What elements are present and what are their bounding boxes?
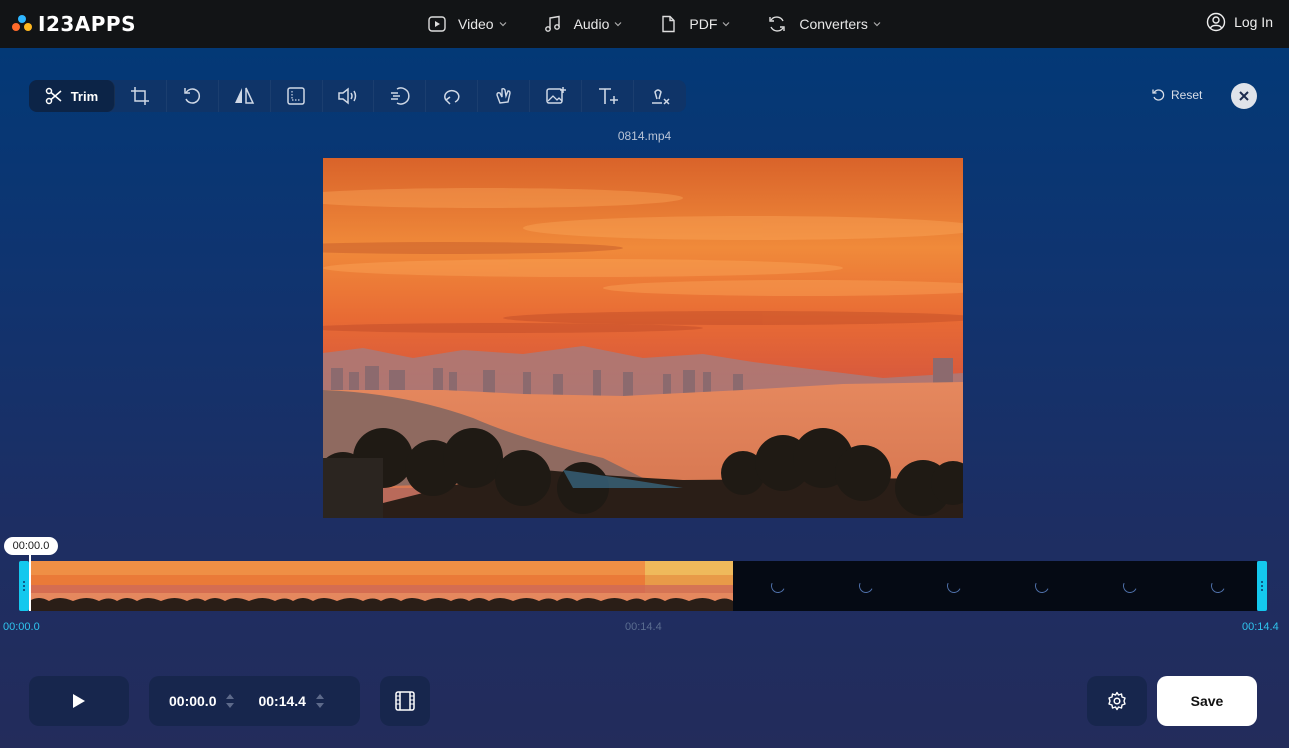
tool-volume[interactable]: [323, 80, 375, 112]
timeline-track[interactable]: [29, 561, 1257, 611]
add-text-icon: [598, 88, 618, 104]
top-navigation-bar: I23APPS Video Audio PDF Converters Log I…: [0, 0, 1289, 48]
timeline-thumbnail: [469, 561, 557, 611]
split-mode-button[interactable]: [380, 676, 430, 726]
chevron-down-icon: [873, 22, 881, 27]
film-strip-icon: [395, 691, 415, 711]
close-icon: [1239, 91, 1249, 101]
tool-loop[interactable]: [426, 80, 479, 112]
user-icon: [1206, 12, 1226, 32]
close-button[interactable]: [1231, 83, 1257, 109]
increase-arrow-icon[interactable]: [226, 694, 235, 699]
resize-icon: [287, 87, 305, 105]
start-time-stepper[interactable]: [226, 694, 235, 708]
tool-remove-logo[interactable]: [634, 80, 686, 112]
brand-logo[interactable]: I23APPS: [12, 12, 136, 36]
nav-item-label: Converters: [799, 16, 868, 32]
nav-item-label: Audio: [573, 16, 610, 32]
tool-trim[interactable]: Trim: [29, 80, 115, 112]
speed-icon: [390, 87, 410, 105]
timeline-thumbnail: [293, 561, 381, 611]
chevron-down-icon: [722, 22, 730, 27]
tool-stabilize[interactable]: [478, 80, 531, 112]
tool-add-image[interactable]: [530, 80, 583, 112]
rotate-icon: [184, 88, 201, 104]
undo-icon: [1152, 89, 1165, 101]
loading-spinner-icon: [1209, 577, 1227, 595]
main-nav: Video Audio PDF Converters: [428, 0, 918, 48]
tool-speed[interactable]: [374, 80, 427, 112]
volume-icon: [338, 87, 357, 105]
video-preview[interactable]: [323, 158, 963, 518]
decrease-arrow-icon[interactable]: [226, 703, 235, 708]
chevron-down-icon: [499, 22, 506, 27]
loop-icon: [443, 89, 460, 105]
stabilize-icon: [496, 87, 511, 104]
remove-logo-icon: [652, 89, 670, 105]
timeline-thumbnail: [29, 561, 117, 611]
tool-resize[interactable]: [271, 80, 323, 112]
start-time-input[interactable]: 00:00.0: [169, 693, 216, 709]
timeline-thumbnail: [557, 561, 645, 611]
timeline-mid-label: 00:14.4: [625, 621, 662, 633]
loading-spinner-icon: [769, 577, 787, 595]
tool-flip[interactable]: [219, 80, 271, 112]
add-image-icon: [545, 87, 566, 104]
play-icon: [73, 694, 85, 708]
music-note-icon: [544, 15, 560, 32]
login-button[interactable]: Log In: [1206, 12, 1273, 32]
gear-icon: [1108, 691, 1126, 711]
nav-item-audio[interactable]: Audio: [544, 15, 624, 33]
editor-toolbar: Trim: [29, 80, 686, 112]
timeline-thumbnail: [117, 561, 205, 611]
save-button[interactable]: Save: [1157, 676, 1257, 726]
trim-icon: [45, 87, 62, 105]
loading-spinner-icon: [945, 577, 963, 595]
timeline-thumbnail: [381, 561, 469, 611]
reset-label: Reset: [1171, 88, 1203, 102]
playhead[interactable]: [29, 555, 31, 611]
nav-item-label: PDF: [689, 16, 718, 32]
timeline-thumbnail: [205, 561, 293, 611]
convert-cycle-icon: [769, 16, 786, 32]
file-name: 0814.mp4: [617, 129, 672, 143]
flip-icon: [235, 87, 255, 104]
settings-button[interactable]: [1087, 676, 1147, 726]
end-time-input[interactable]: 00:14.4: [258, 693, 305, 709]
loading-spinner-icon: [1121, 577, 1139, 595]
nav-item-label: Video: [458, 16, 494, 32]
tool-rotate[interactable]: [167, 80, 219, 112]
login-label: Log In: [1234, 14, 1273, 30]
play-button[interactable]: [29, 676, 129, 726]
timeline-end-label: 00:14.4: [1242, 621, 1279, 633]
playhead-time: 00:00.0: [4, 537, 58, 555]
nav-item-video[interactable]: Video: [428, 15, 508, 33]
chevron-down-icon: [614, 22, 622, 27]
end-time-stepper[interactable]: [315, 694, 324, 708]
loading-spinner-icon: [857, 577, 875, 595]
timeline-thumbnail: [645, 561, 733, 611]
document-icon: [662, 15, 676, 33]
video-play-icon: [428, 16, 446, 32]
sunset-video-frame: [323, 158, 963, 518]
logo-dots-icon: [12, 13, 34, 35]
trim-time-inputs: 00:00.0 00:14.4: [149, 676, 360, 726]
timeline-start-label: 00:00.0: [3, 621, 40, 633]
loading-spinner-icon: [1033, 577, 1051, 595]
tool-add-text[interactable]: [582, 80, 635, 112]
reset-button[interactable]: Reset: [1151, 88, 1202, 102]
trim-start-handle[interactable]: [19, 561, 29, 611]
tool-trim-label: Trim: [70, 88, 99, 104]
crop-icon: [131, 87, 150, 105]
increase-arrow-icon[interactable]: [315, 694, 324, 699]
decrease-arrow-icon[interactable]: [315, 703, 324, 708]
tool-crop[interactable]: [115, 80, 167, 112]
brand-name: I23APPS: [38, 12, 136, 36]
nav-item-converters[interactable]: Converters: [767, 14, 881, 34]
trim-end-handle[interactable]: [1257, 561, 1267, 611]
nav-item-pdf[interactable]: PDF: [659, 15, 731, 33]
